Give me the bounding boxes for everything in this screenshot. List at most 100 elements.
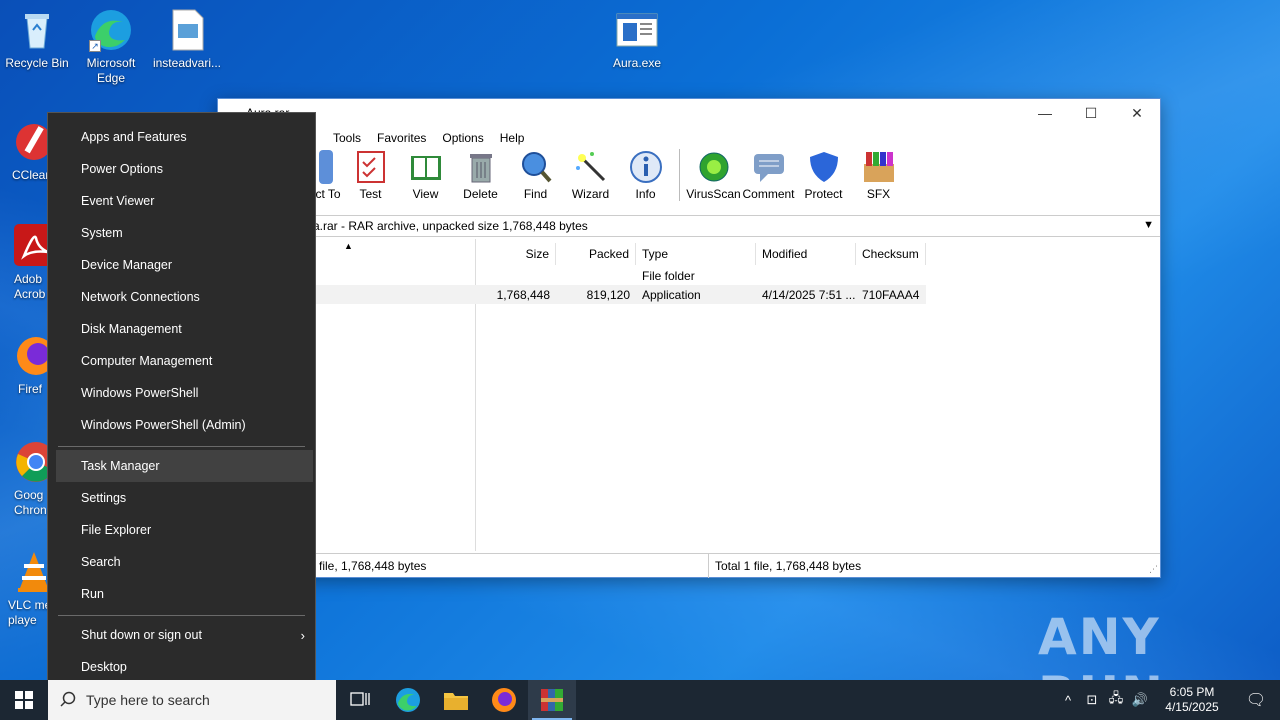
desktop-icon-aura[interactable]: Aura.exe	[600, 8, 674, 71]
info-button[interactable]: Info	[618, 150, 673, 201]
desktop-icon-firefox[interactable]: Firef	[0, 334, 55, 397]
desktop-icon-label: VLC me playe	[8, 598, 52, 627]
menu-item-powershell-admin[interactable]: Windows PowerShell (Admin)	[48, 409, 315, 441]
menu-bar: Tools Favorites Options Help	[218, 127, 1160, 149]
menu-item-desktop[interactable]: Desktop	[48, 651, 315, 683]
desktop-icon-label: Goog Chron	[14, 488, 47, 517]
taskbar-clock[interactable]: 6:05 PM 4/15/2025	[1152, 685, 1232, 715]
menu-item-computer-management[interactable]: Computer Management	[48, 345, 315, 377]
menu-item-apps-features[interactable]: Apps and Features	[48, 121, 315, 153]
start-button[interactable]	[0, 680, 48, 720]
windows-logo-icon	[15, 691, 33, 709]
recycle-bin-icon	[15, 8, 59, 52]
menu-help[interactable]: Help	[500, 131, 525, 145]
sfx-box-icon	[862, 150, 896, 184]
menu-separator	[58, 615, 305, 616]
winrar-icon	[541, 689, 563, 711]
delete-button[interactable]: Delete	[453, 150, 508, 201]
menu-options[interactable]: Options	[442, 131, 483, 145]
column-header-type[interactable]: Type	[636, 243, 756, 265]
menu-item-power-options[interactable]: Power Options	[48, 153, 315, 185]
network-icon[interactable]: 🖧	[1104, 689, 1128, 711]
taskbar-firefox[interactable]	[480, 680, 528, 720]
clock-date: 4/15/2025	[1165, 700, 1219, 714]
extract-icon	[319, 150, 333, 184]
menu-item-event-viewer[interactable]: Event Viewer	[48, 185, 315, 217]
notification-icon[interactable]: 🗨	[1232, 690, 1280, 710]
info-icon	[629, 150, 663, 184]
exe-icon	[615, 8, 659, 52]
taskbar-search-box[interactable]: Type here to search	[48, 680, 336, 720]
chevron-down-icon[interactable]: ▼	[1143, 219, 1154, 231]
status-bar: file, 1,768,448 bytes Total 1 file, 1,76…	[218, 553, 1160, 578]
trash-icon	[464, 150, 498, 184]
column-header-packed[interactable]: Packed	[556, 243, 636, 265]
table-row[interactable]: 1,768,448 819,120 Application 4/14/2025 …	[218, 285, 926, 304]
desktop-icon-label: CClear	[12, 168, 50, 182]
menu-item-network-connections[interactable]: Network Connections	[48, 281, 315, 313]
extract-to-button[interactable]: ct To	[313, 150, 343, 201]
minimize-button[interactable]: —	[1022, 99, 1068, 127]
menu-separator	[58, 446, 305, 447]
volume-icon[interactable]: 🔊	[1128, 692, 1152, 708]
maximize-button[interactable]: ☐	[1068, 99, 1114, 127]
comment-icon	[752, 150, 786, 184]
desktop-icon-chrome[interactable]: Goog Chron	[0, 440, 56, 518]
menu-item-powershell[interactable]: Windows PowerShell	[48, 377, 315, 409]
window-titlebar[interactable]: Aura.rar — ☐ ✕	[218, 99, 1160, 127]
cell-modified: 4/14/2025 7:51 ...	[762, 287, 856, 302]
taskbar-file-explorer[interactable]	[432, 680, 480, 720]
taskbar: Type here to search ^ ⊡ 🖧 🔊 6:05 PM 4/15…	[0, 680, 1280, 720]
menu-favorites[interactable]: Favorites	[377, 131, 426, 145]
firefox-icon	[492, 688, 516, 712]
protect-button[interactable]: Protect	[796, 150, 851, 201]
menu-item-task-manager[interactable]: Task Manager	[56, 450, 313, 482]
desktop-icon-file[interactable]: insteadvari...	[150, 8, 224, 71]
meet-now-icon[interactable]: ⊡	[1080, 692, 1104, 708]
folder-icon	[444, 693, 468, 710]
menu-item-shutdown[interactable]: Shut down or sign out ›	[48, 619, 315, 651]
sfx-button[interactable]: SFX	[851, 150, 906, 201]
menu-item-device-manager[interactable]: Device Manager	[48, 249, 315, 281]
comment-button[interactable]: Comment	[741, 150, 796, 201]
column-header-modified[interactable]: Modified	[756, 243, 856, 265]
resize-grip-icon[interactable]: ⋰	[1149, 564, 1158, 575]
menu-item-search[interactable]: Search	[48, 546, 315, 578]
taskbar-edge[interactable]	[384, 680, 432, 720]
desktop-icon-recycle-bin[interactable]: Recycle Bin	[0, 8, 74, 71]
winrar-window[interactable]: Aura.rar — ☐ ✕ Tools Favorites Options H…	[217, 98, 1161, 578]
taskbar-winrar[interactable]	[528, 680, 576, 720]
toolbar-separator	[679, 149, 680, 201]
task-view-button[interactable]	[336, 680, 384, 720]
virusscan-button[interactable]: VirusScan	[686, 150, 741, 201]
column-header-checksum[interactable]: Checksum	[856, 243, 926, 265]
close-button[interactable]: ✕	[1114, 99, 1160, 127]
system-tray: ^ ⊡ 🖧 🔊 6:05 PM 4/15/2025 🗨	[1056, 680, 1280, 720]
menu-item-file-explorer[interactable]: File Explorer	[48, 514, 315, 546]
menu-tools[interactable]: Tools	[333, 131, 361, 145]
menu-item-settings[interactable]: Settings	[48, 482, 315, 514]
find-button[interactable]: Find	[508, 150, 563, 201]
status-total: Total 1 file, 1,768,448 bytes	[715, 558, 862, 573]
test-button[interactable]: Test	[343, 150, 398, 201]
menu-item-run[interactable]: Run	[48, 578, 315, 610]
desktop-icon-edge[interactable]: ↗ Microsoft Edge	[74, 8, 148, 86]
archive-path-bar[interactable]: a.rar - RAR archive, unpacked size 1,768…	[218, 215, 1160, 237]
table-row[interactable]: File folder	[476, 266, 926, 285]
file-list[interactable]: ▲ Size Packed Type Modified Checksum Fil…	[218, 239, 1160, 551]
desktop-icon-label: Recycle Bin	[5, 56, 69, 70]
wizard-button[interactable]: Wizard	[563, 150, 618, 201]
magnifier-icon	[519, 150, 553, 184]
cell-checksum: 710FAAA4	[862, 287, 920, 302]
desktop-icon-acrobat[interactable]: Adob Acrob	[0, 224, 54, 302]
archive-path-text: a.rar - RAR archive, unpacked size 1,768…	[313, 219, 588, 233]
desktop-icon-label: Microsoft Edge	[86, 56, 136, 85]
cell-size: 1,768,448	[496, 287, 550, 302]
column-header-size[interactable]: Size	[476, 243, 556, 265]
chevron-up-icon[interactable]: ^	[1056, 693, 1080, 708]
wand-icon	[574, 150, 608, 184]
menu-item-system[interactable]: System	[48, 217, 315, 249]
status-selection: file, 1,768,448 bytes	[319, 558, 427, 573]
menu-item-disk-management[interactable]: Disk Management	[48, 313, 315, 345]
view-button[interactable]: View	[398, 150, 453, 201]
